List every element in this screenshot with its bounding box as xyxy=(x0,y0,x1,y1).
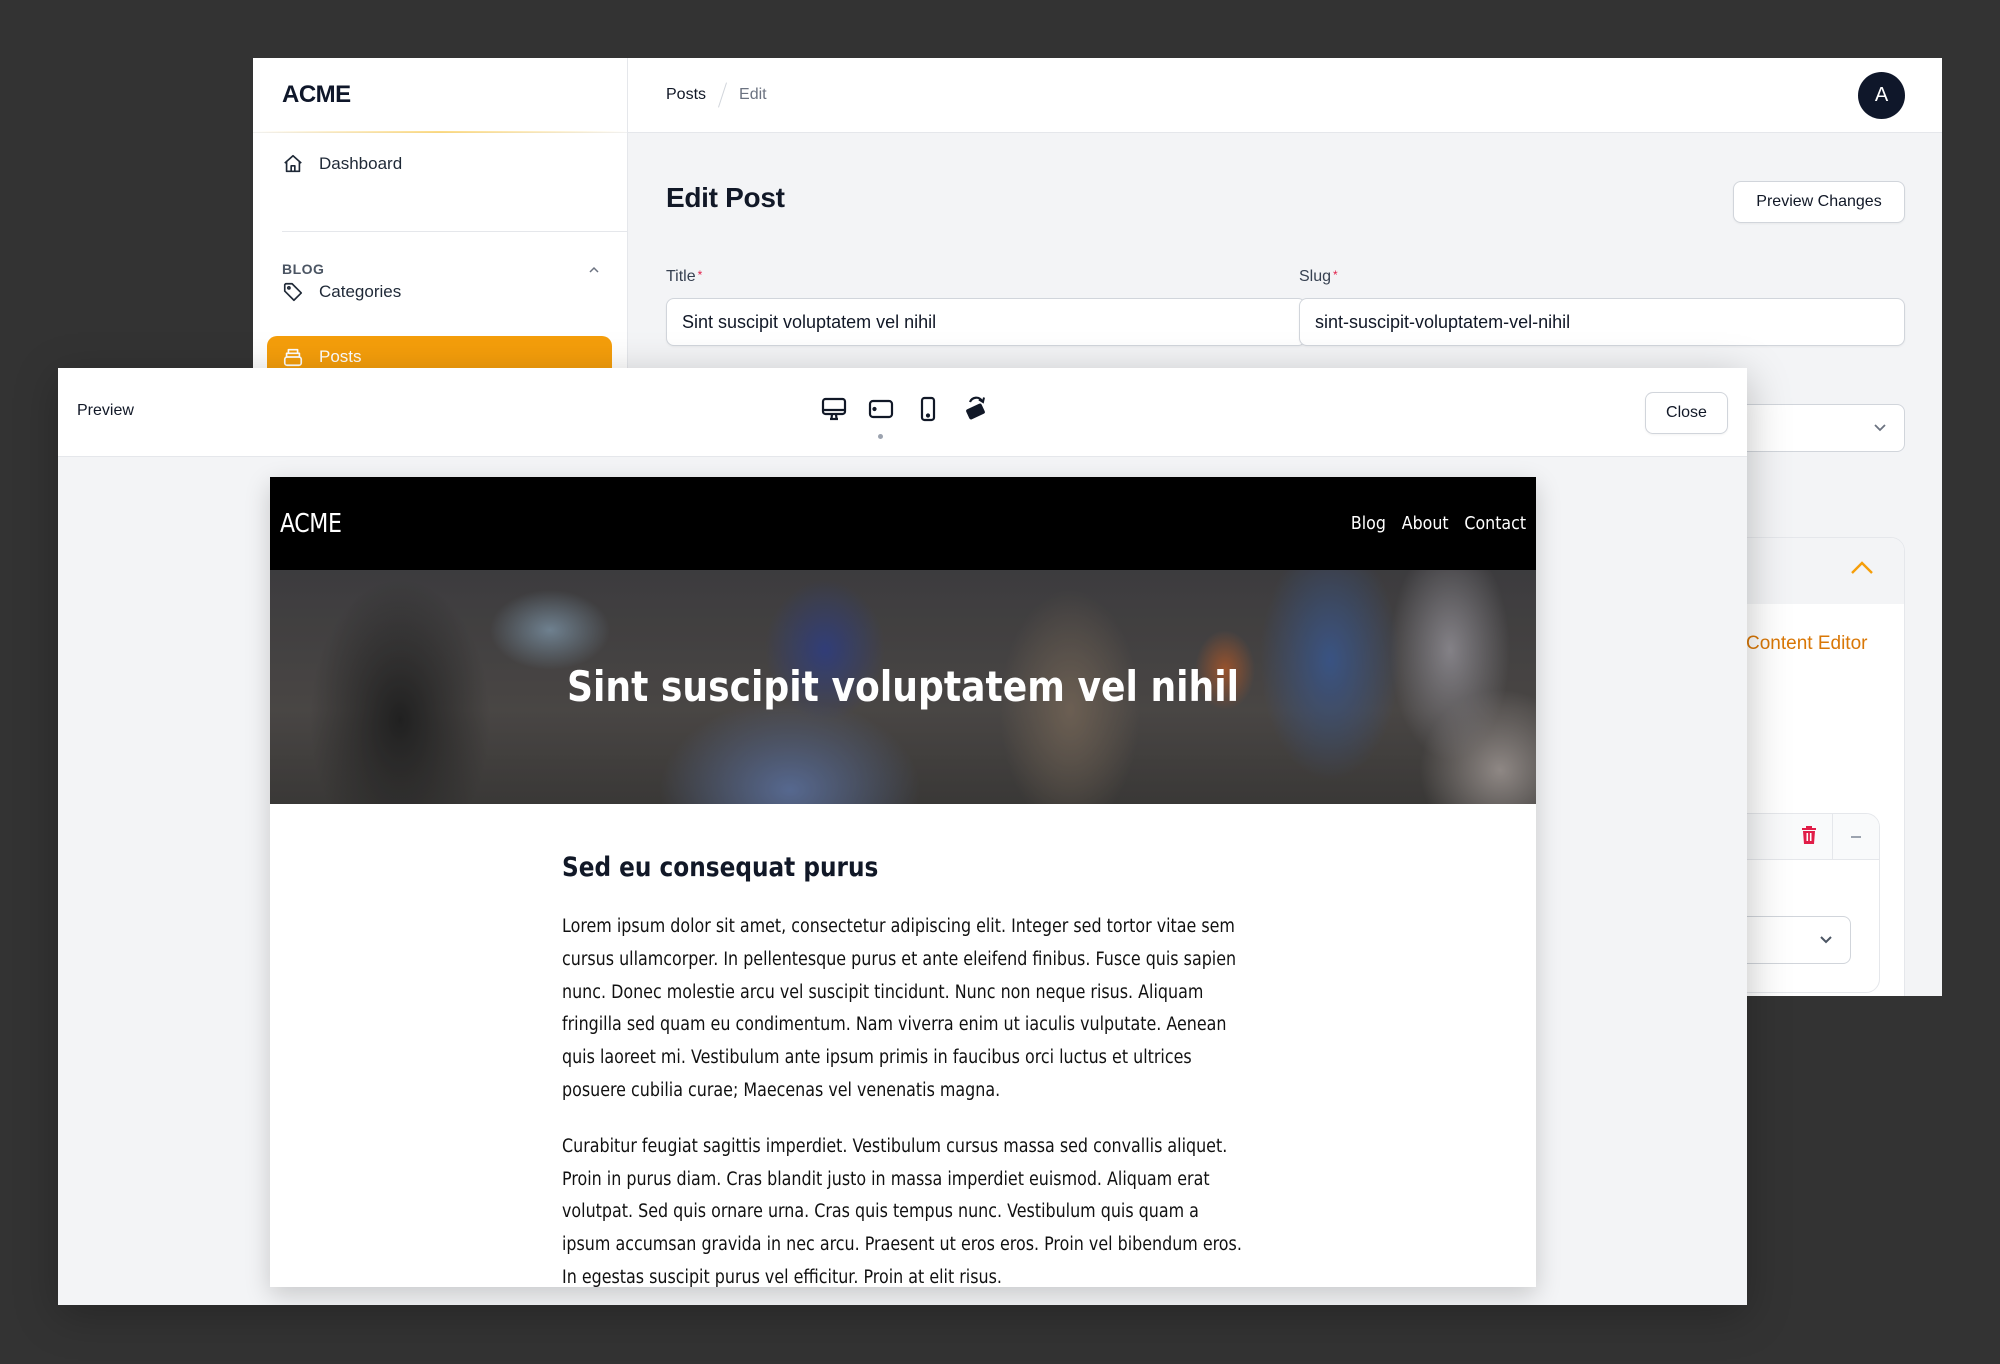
site-brand[interactable]: ACME xyxy=(280,509,342,539)
article-paragraph: Lorem ipsum dolor sit amet, consectetur … xyxy=(562,916,1237,1101)
preview-changes-button[interactable]: Preview Changes xyxy=(1733,181,1905,223)
device-switcher xyxy=(819,393,989,439)
preview-frame[interactable]: ACME Blog About Contact Sint suscipit vo… xyxy=(270,477,1536,1287)
document-stack-icon xyxy=(281,345,305,369)
close-button[interactable]: Close xyxy=(1645,392,1728,434)
title-input[interactable]: Sint suscipit voluptatem vel nihil xyxy=(666,298,1306,346)
required-mark: * xyxy=(1333,268,1338,282)
site-nav-about[interactable]: About xyxy=(1402,513,1449,534)
content-editor-label: Content Editor xyxy=(1746,633,1868,654)
active-indicator xyxy=(878,434,883,439)
topbar: Posts Edit A xyxy=(628,58,1942,133)
breadcrumb-edit: Edit xyxy=(739,86,767,103)
slug-label: Slug * xyxy=(1299,268,1338,285)
breadcrumb-separator xyxy=(718,82,728,108)
sidebar-header: ACME xyxy=(253,58,627,133)
breadcrumb-posts[interactable]: Posts xyxy=(666,86,706,104)
sidebar-item-label: Dashboard xyxy=(319,154,403,173)
mobile-icon[interactable] xyxy=(913,393,942,425)
chevron-up-icon[interactable] xyxy=(1850,560,1874,581)
home-icon xyxy=(281,152,305,176)
desktop-icon[interactable] xyxy=(819,393,848,425)
site-nav-contact[interactable]: Contact xyxy=(1464,513,1526,534)
hero-title: Sint suscipit voluptatem vel nihil xyxy=(566,662,1240,711)
sidebar-item-label: Posts xyxy=(319,347,362,366)
divider xyxy=(1832,814,1833,860)
page-title: Edit Post xyxy=(666,182,785,213)
user-avatar[interactable]: A xyxy=(1858,72,1905,119)
sidebar-item-dashboard[interactable]: Dashboard xyxy=(267,143,612,185)
sidebar-divider xyxy=(282,231,627,232)
preview-modal: Preview Close ACME Blog About Contact Si… xyxy=(58,368,1747,1305)
site-navbar: ACME Blog About Contact xyxy=(270,477,1536,570)
brand-logo[interactable]: ACME xyxy=(282,81,351,109)
slug-input[interactable]: sint-suscipit-voluptatem-vel-nihil xyxy=(1299,298,1905,346)
collapse-icon[interactable] xyxy=(1851,836,1861,838)
hero-image: Sint suscipit voluptatem vel nihil xyxy=(270,570,1536,804)
title-label: Title * xyxy=(666,268,703,285)
trash-icon[interactable] xyxy=(1801,826,1817,849)
rotate-device-icon[interactable] xyxy=(960,393,989,425)
tag-icon xyxy=(281,280,305,304)
avatar-initial: A xyxy=(1874,84,1889,106)
required-mark: * xyxy=(697,268,703,282)
article-paragraph: Curabitur feugiat sagittis imperdiet. Ve… xyxy=(562,1135,1242,1287)
preview-modal-header: Preview Close xyxy=(58,368,1747,457)
chevron-down-icon xyxy=(1872,419,1888,440)
sidebar-item-categories[interactable]: Categories xyxy=(267,271,612,313)
sidebar-item-label: Categories xyxy=(319,282,402,301)
site-nav-blog[interactable]: Blog xyxy=(1351,513,1386,534)
preview-modal-title: Preview xyxy=(77,402,134,419)
article-body: Sed eu consequat purus Lorem ipsum dolor… xyxy=(562,852,1252,1287)
article-heading: Sed eu consequat purus xyxy=(562,852,879,883)
tablet-icon[interactable] xyxy=(866,393,895,439)
chevron-down-icon xyxy=(1818,931,1834,952)
site-nav-links: Blog About Contact xyxy=(1351,513,1526,534)
